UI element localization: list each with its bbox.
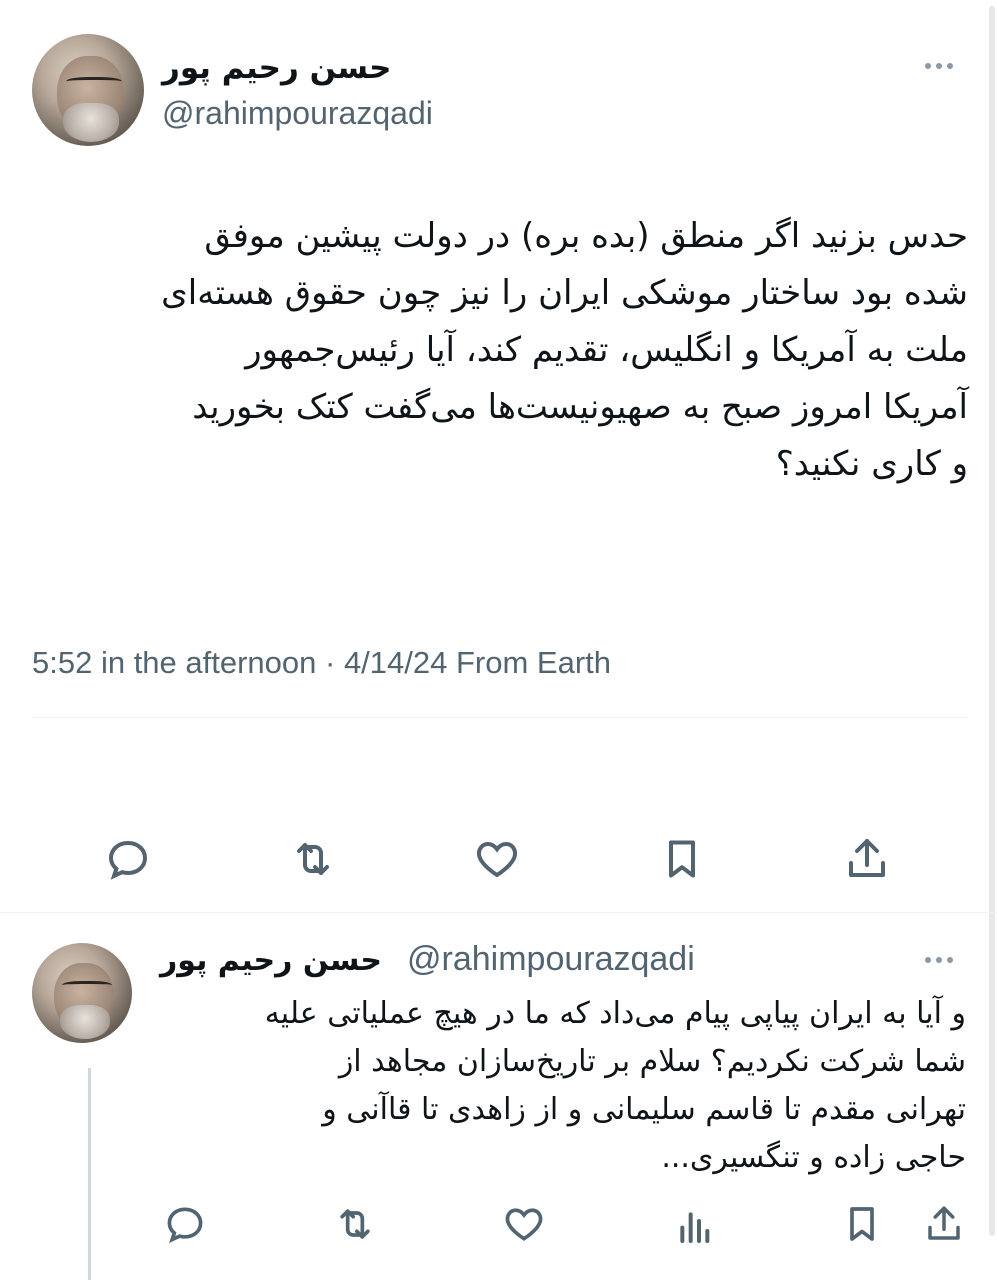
- retweet-icon: [297, 843, 329, 875]
- divider: [0, 912, 997, 913]
- more-options-icon[interactable]: [925, 63, 953, 69]
- tweet-text-line: شده بود ساختار موشکی ایران را نیز چون حق…: [161, 273, 968, 313]
- tweet-text-line: و کاری نکنید؟: [775, 444, 968, 484]
- tweet-text-line: شما شرکت نکردیم؟ سلام بر تاریخ‌سازان مجا…: [338, 1044, 966, 1079]
- tweet-text: حدس بزنید اگر منطق (بده بره) در دولت پیش…: [30, 208, 968, 493]
- tweet-text-line: آمریکا امروز صبح به صهیونیست‌ها می‌گفت ک…: [192, 387, 968, 427]
- tweet-text-line: و آیا به ایران پیاپی پیام می‌داد که ما د…: [264, 996, 966, 1031]
- retweet-button[interactable]: [325, 1194, 385, 1254]
- like-button[interactable]: [494, 1194, 554, 1254]
- bookmark-button[interactable]: [652, 829, 712, 889]
- handle[interactable]: @rahimpourazqadi: [162, 95, 433, 132]
- display-name[interactable]: حسن رحیم پور: [162, 50, 402, 86]
- share-button[interactable]: [914, 1194, 974, 1254]
- tweet-timestamp[interactable]: 5:52 in the afternoon · 4/14/24 From Ear…: [32, 645, 611, 681]
- tweet-text: و آیا به ایران پیاپی پیام می‌داد که ما د…: [150, 990, 966, 1182]
- share-icon: [849, 839, 885, 877]
- retweet-button[interactable]: [283, 829, 343, 889]
- reply-icon: [108, 840, 148, 880]
- share-icon: [928, 1206, 960, 1240]
- avatar[interactable]: [32, 943, 132, 1043]
- scrollbar[interactable]: [989, 6, 995, 1236]
- share-button[interactable]: [837, 829, 897, 889]
- tweet-text-line: حدس بزنید اگر منطق (بده بره) در دولت پیش…: [204, 216, 968, 256]
- thread-line: [88, 1068, 91, 1280]
- reply-button[interactable]: [98, 829, 158, 889]
- views-icon: [680, 1212, 710, 1243]
- avatar[interactable]: [32, 34, 144, 146]
- heart-icon: [505, 1208, 543, 1241]
- bookmark-icon: [668, 840, 696, 878]
- retweet-icon: [340, 1209, 370, 1239]
- tweet-text-line: تهرانی مقدم تا قاسم سلیمانی و از زاهدی ت…: [322, 1092, 966, 1127]
- heart-icon: [476, 841, 518, 878]
- tweet-text-line: ملت به آمریکا و انگلیس، تقدیم کند، آیا ر…: [245, 330, 968, 370]
- bookmark-button[interactable]: [832, 1194, 892, 1254]
- bookmark-icon: [850, 1207, 874, 1241]
- reply-icon: [167, 1207, 203, 1244]
- display-name[interactable]: حسن رحیم پور: [160, 943, 400, 978]
- views-button[interactable]: [664, 1196, 724, 1256]
- more-options-icon[interactable]: [925, 957, 953, 963]
- divider: [32, 717, 968, 718]
- handle[interactable]: @rahimpourazqadi: [407, 940, 695, 979]
- reply-button[interactable]: [155, 1194, 215, 1254]
- tweet-text-line: حاجی زاده و تنگسیری...: [661, 1140, 966, 1175]
- like-button[interactable]: [467, 829, 527, 889]
